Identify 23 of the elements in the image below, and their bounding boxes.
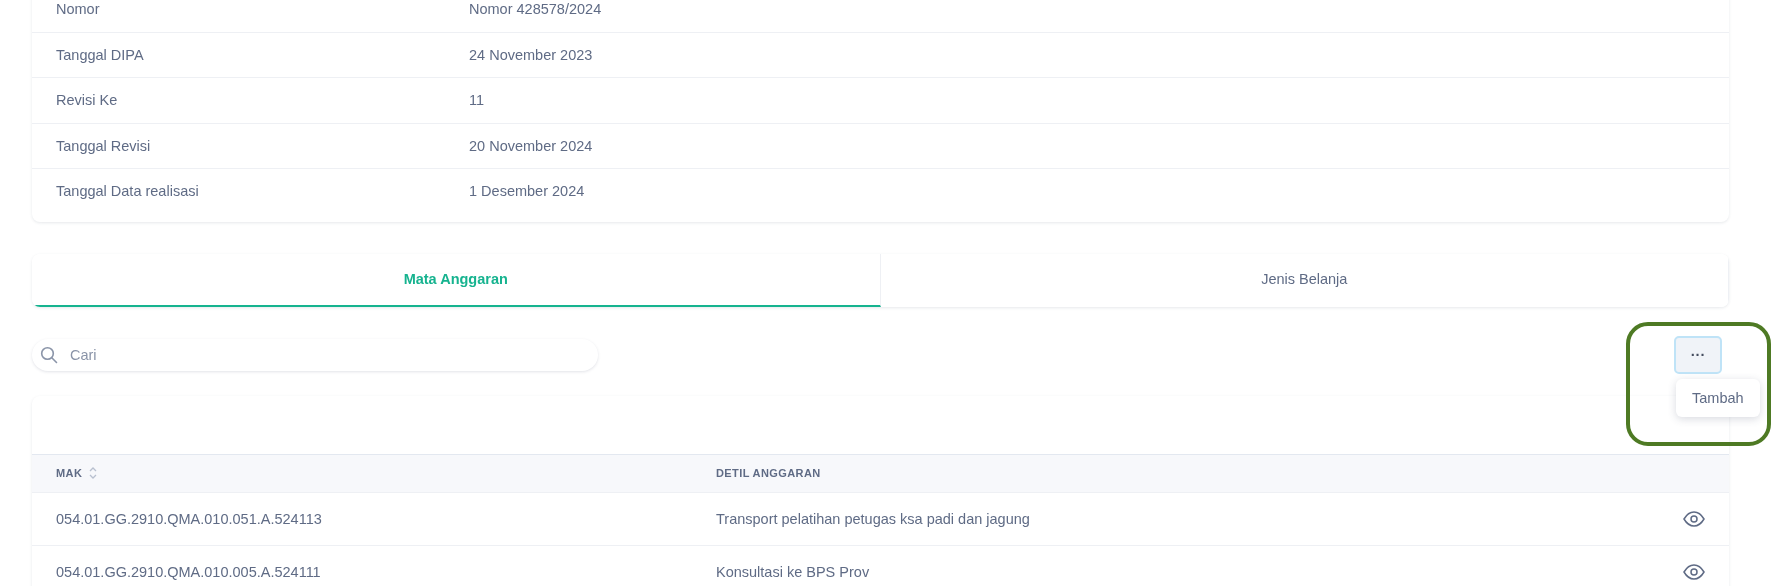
table-cell-text: 054.01.GG.2910.QMA.010.051.A.524113 (56, 510, 323, 527)
search-field[interactable]: Cari (32, 338, 598, 371)
more-button[interactable]: ··· (1674, 335, 1722, 374)
field-label: Tanggal Revisi (56, 137, 152, 154)
field-label: Tanggal Data realisasi (56, 183, 200, 200)
column-header: MAK (56, 467, 83, 479)
field-value: 24 November 2023 (469, 46, 593, 63)
field-value: 20 November 2024 (469, 137, 593, 154)
field-label: Revisi Ke (56, 92, 119, 109)
eye-icon[interactable] (1683, 510, 1705, 527)
menu-item[interactable]: Tambah (1676, 378, 1760, 417)
eye-icon[interactable] (1683, 563, 1705, 580)
table-cell-text: Transport pelatihan petugas ksa padi dan jagung (716, 510, 1031, 527)
field-label: Tanggal DIPA (56, 46, 145, 63)
table-cell-text: 054.01.GG.2910.QMA.010.005.A.524111 (56, 563, 322, 580)
column-header: DETIL ANGGARAN (716, 467, 821, 479)
field-value: 11 (469, 92, 485, 109)
search-icon (40, 345, 58, 364)
field-label: Nomor (56, 1, 101, 18)
field-value: 1 Desember 2024 (469, 183, 585, 200)
tab[interactable]: Jenis Belanja (880, 253, 1729, 307)
table-cell-text: Konsultasi ke BPS Prov (716, 563, 871, 580)
field-value: Nomor 428578/2024 (469, 1, 602, 18)
